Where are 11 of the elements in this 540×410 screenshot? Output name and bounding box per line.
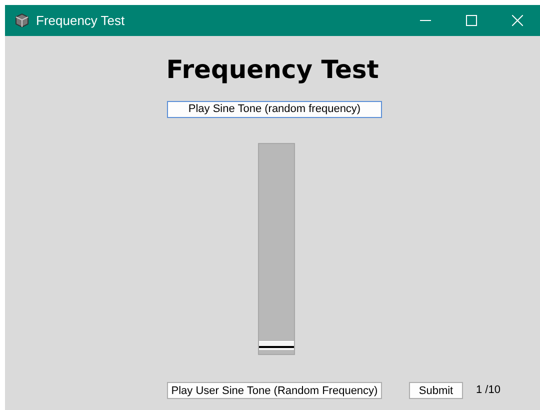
submit-button[interactable]: Submit <box>409 382 463 399</box>
slider-track[interactable] <box>258 143 295 355</box>
slider-thumb[interactable] <box>259 340 294 350</box>
play-user-tone-button[interactable]: Play User Sine Tone (Random Frequency) <box>167 382 382 399</box>
close-icon <box>512 15 522 26</box>
play-tone-button[interactable]: Play Sine Tone (random frequency) <box>167 100 382 118</box>
window-title: Frequency Test <box>36 12 125 30</box>
progress-counter: 1 /10 <box>476 383 500 398</box>
app-icon <box>14 13 30 28</box>
maximize-icon <box>466 15 476 26</box>
app-heading: Frequency Test <box>166 55 379 85</box>
